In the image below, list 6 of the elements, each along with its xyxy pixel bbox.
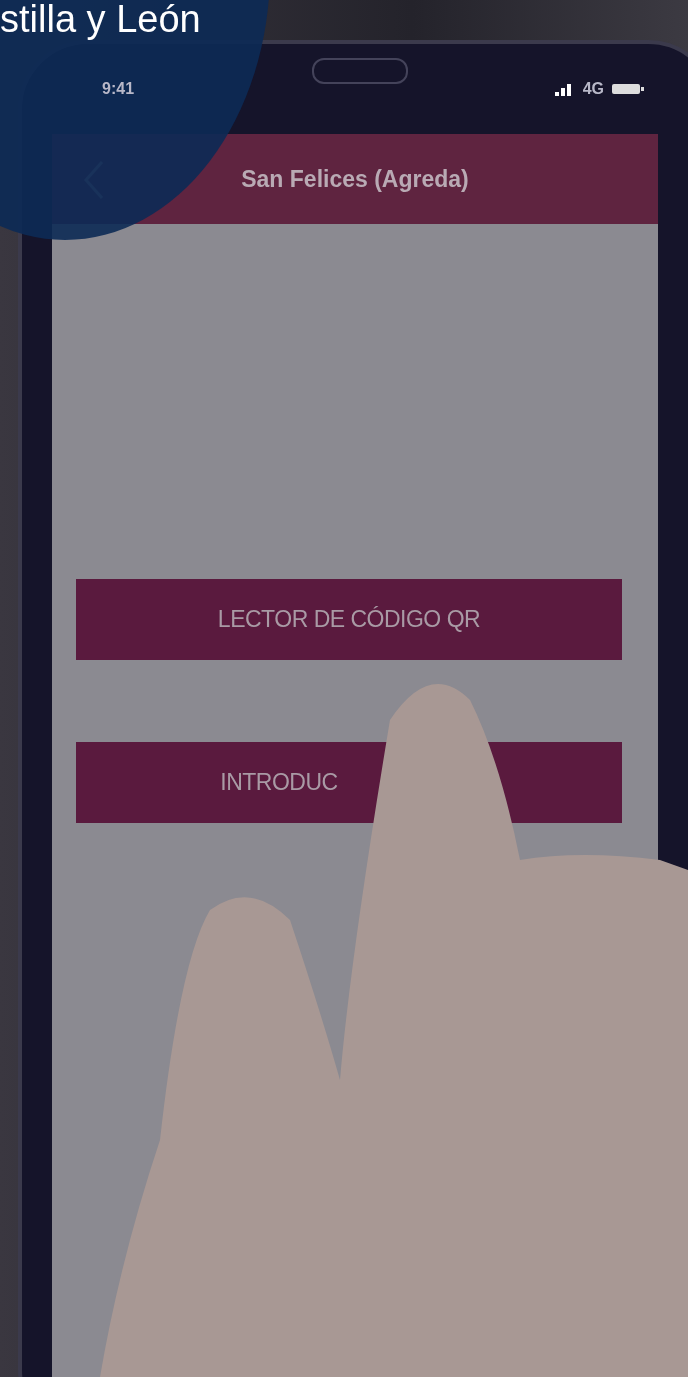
status-time: 9:41 bbox=[102, 80, 135, 98]
action-button[interactable]: LECTOR DE CÓDIGO QR bbox=[76, 579, 622, 660]
network-label: 4G bbox=[582, 80, 604, 98]
app-bar-title: San Felices (Agreda) bbox=[241, 165, 469, 193]
headline: stilla y León bbox=[0, 0, 201, 42]
battery-icon bbox=[612, 83, 644, 95]
